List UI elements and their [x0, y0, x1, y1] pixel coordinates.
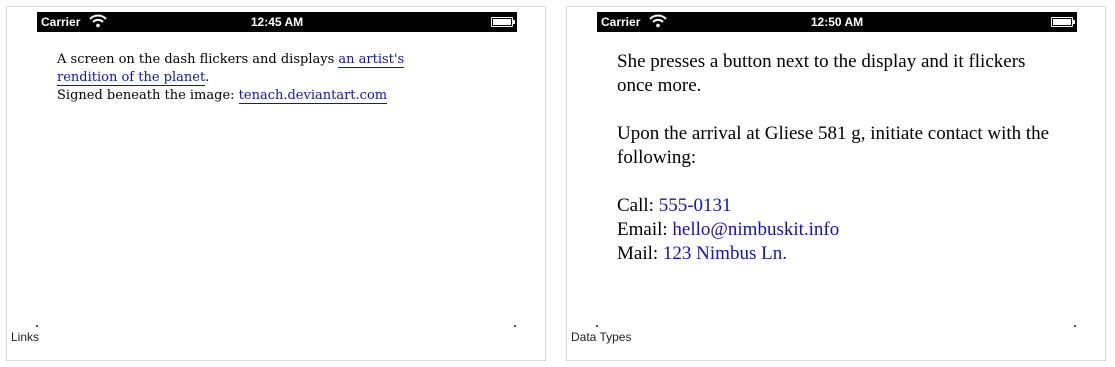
story-text-period: .: [205, 70, 210, 85]
address-link[interactable]: 123 Nimbus Ln.: [663, 243, 787, 264]
story-paragraph-2: Upon the arrival at Gliese 581 g, initia…: [617, 123, 1050, 168]
deviantart-link[interactable]: tenach.deviantart.com: [238, 88, 388, 104]
screenshot-panel-data-types: Carrier 12:50 AM She presses a button ne…: [566, 6, 1106, 361]
story-paragraph-1: She presses a button next to the display…: [617, 51, 1026, 96]
story-text-intro: A screen on the dash flickers and displa…: [57, 52, 339, 67]
email-label: Email:: [617, 219, 673, 240]
status-bar: Carrier 12:45 AM: [37, 12, 517, 32]
story-text: She presses a button next to the display…: [617, 50, 1057, 266]
corner-dot: [596, 325, 598, 327]
screenshot-panel-links: Carrier 12:45 AM A screen on the dash fl…: [6, 6, 546, 361]
panel-caption: Data Types: [571, 330, 632, 344]
status-time: 12:45 AM: [250, 15, 304, 29]
phone-link[interactable]: 555-0131: [659, 195, 732, 216]
battery-icon: [491, 17, 515, 27]
status-bar: Carrier 12:50 AM: [597, 12, 1077, 32]
battery-icon: [1051, 17, 1075, 27]
corner-dot: [1074, 325, 1076, 327]
corner-dot: [514, 325, 516, 327]
call-label: Call:: [617, 195, 659, 216]
mail-label: Mail:: [617, 243, 663, 264]
corner-dot: [36, 325, 38, 327]
email-link[interactable]: hello@nimbuskit.info: [672, 219, 839, 240]
contact-list: Call: 555-0131 Email: hello@nimbuskit.in…: [617, 194, 1057, 266]
status-time: 12:50 AM: [810, 15, 864, 29]
panel-caption: Links: [11, 330, 40, 344]
story-text: A screen on the dash flickers and displa…: [57, 51, 457, 105]
signature-label: Signed beneath the image:: [57, 88, 239, 103]
